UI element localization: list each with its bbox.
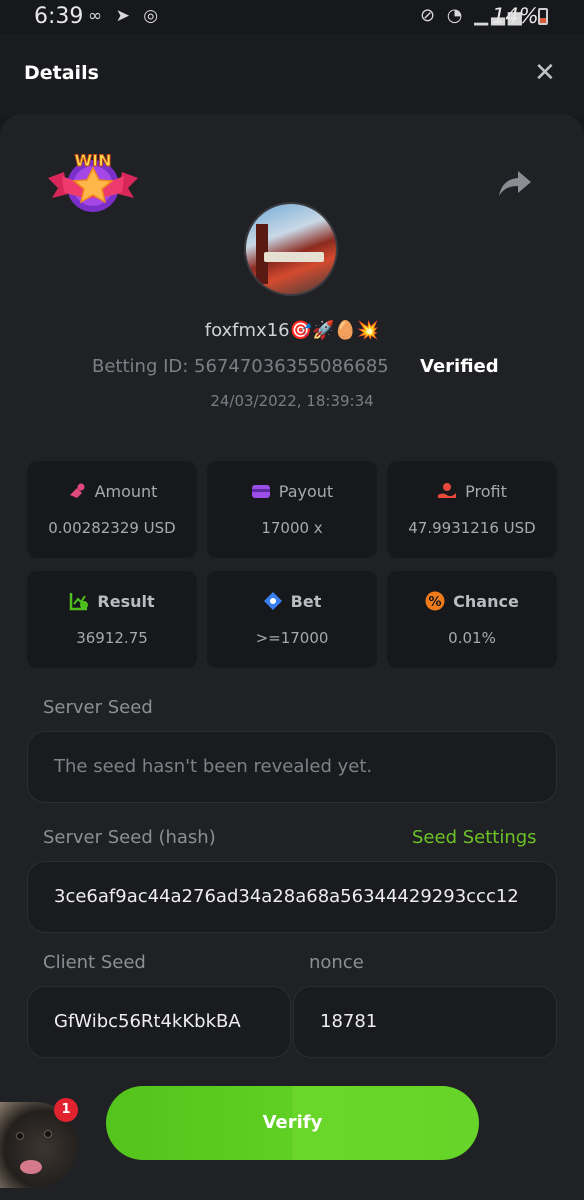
win-badge-text: WIN: [75, 151, 112, 170]
stat-value: 36912.75: [76, 629, 148, 647]
stat-card-payout: Payout 17000 x: [207, 461, 377, 558]
verified-badge: Verified: [420, 356, 499, 377]
stat-card-chance: % Chance 0.01%: [387, 571, 557, 668]
battery-icon: [538, 8, 548, 25]
user-avatar: [244, 202, 338, 296]
stat-label: Profit: [465, 482, 507, 501]
result-chart-icon: [70, 593, 89, 611]
seed-settings-link[interactable]: Seed Settings: [412, 827, 537, 848]
nonce-label: nonce: [309, 952, 364, 973]
amount-icon: [69, 483, 85, 498]
chance-percent-icon: %: [425, 591, 445, 611]
chat-notification-badge: 1: [54, 1098, 78, 1122]
client-seed-label: Client Seed: [43, 952, 146, 973]
stat-value: 47.9931216 USD: [408, 519, 536, 537]
stat-label: Payout: [278, 482, 334, 501]
win-badge-icon: WIN: [48, 151, 138, 212]
server-seed-label: Server Seed: [43, 697, 153, 718]
close-icon[interactable]: ✕: [534, 60, 556, 86]
betting-id: Betting ID: 56747036355086685: [92, 356, 389, 377]
stat-value: 0.00282329 USD: [48, 519, 176, 537]
stat-card-result: Result 36912.75: [27, 571, 197, 668]
server-seed-hash-field[interactable]: 3ce6af9ac44a276ad34a28a68a56344429293ccc…: [27, 861, 557, 933]
stat-card-amount: Amount 0.00282329 USD: [27, 461, 197, 558]
stat-label: Bet: [290, 592, 322, 611]
stat-value: 0.01%: [448, 629, 496, 647]
payout-card-icon: [251, 485, 270, 498]
bet-diamond-icon: [263, 592, 282, 610]
username: foxfmx16🎯🚀🥚💥: [204, 320, 380, 341]
stat-label: Result: [97, 592, 155, 611]
server-seed-hash-label: Server Seed (hash): [43, 827, 216, 848]
stat-label: Amount: [94, 482, 158, 501]
battery-percent: 14%: [492, 4, 539, 28]
share-icon[interactable]: [498, 168, 532, 198]
stat-value: 17000 x: [261, 519, 323, 537]
nonce-input[interactable]: 18781: [293, 986, 557, 1058]
bet-date: 24/03/2022, 18:39:34: [210, 392, 374, 410]
status-notification-icons: ∞ ➤ ◎: [88, 6, 163, 26]
stat-value: >=17000: [255, 629, 329, 647]
stat-card-bet: Bet >=17000: [207, 571, 377, 668]
svg-text:%: %: [429, 595, 442, 610]
stat-card-profit: Profit 47.9931216 USD: [387, 461, 557, 558]
page-title: Details: [24, 62, 99, 84]
profit-hand-icon: [438, 483, 457, 498]
server-seed-field[interactable]: The seed hasn't been revealed yet.: [27, 731, 557, 803]
client-seed-input[interactable]: GfWibc56Rt4kKbkBA: [27, 986, 291, 1058]
verify-button[interactable]: Verify: [106, 1086, 479, 1160]
stat-label: Chance: [453, 592, 519, 611]
status-time: 6:39: [34, 4, 84, 29]
